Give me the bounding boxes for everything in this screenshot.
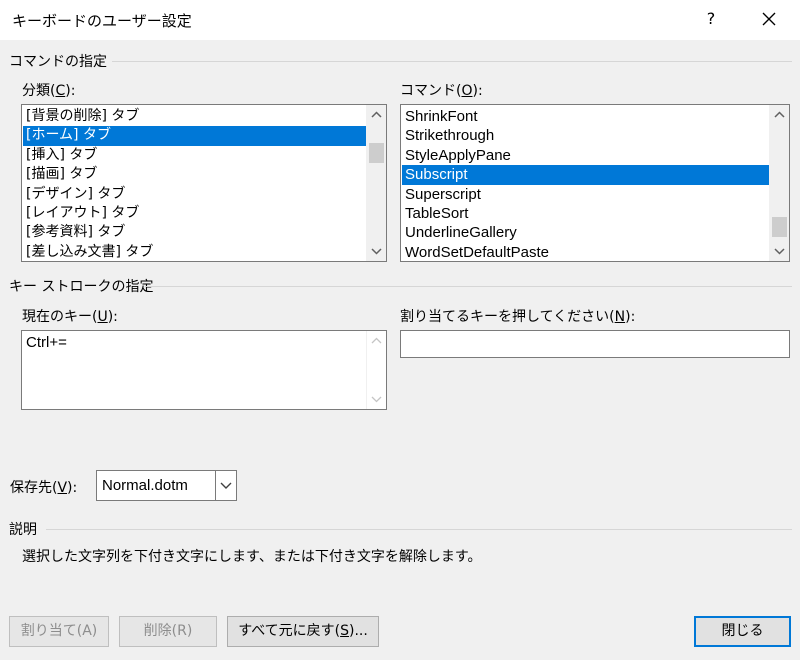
list-item[interactable]: [描画] タブ — [23, 165, 366, 184]
scroll-up-icon — [371, 337, 382, 344]
list-item[interactable]: TableSort — [402, 204, 769, 223]
new-key-input[interactable] — [400, 330, 790, 358]
new-key-label: 割り当てるキーを押してください(N): — [400, 309, 636, 325]
window-title: キーボードのユーザー設定 — [12, 12, 192, 30]
list-item[interactable]: [参考資料] タブ — [23, 223, 366, 242]
help-button[interactable]: ? — [697, 4, 725, 34]
list-item[interactable]: Strikethrough — [402, 126, 769, 145]
list-item[interactable]: WordSetDefaultPaste — [402, 243, 769, 261]
list-item[interactable]: StyleApplyPane — [402, 146, 769, 165]
section-divider — [112, 61, 792, 62]
description-text: 選択した文字列を下付き文字にします、または下付き文字を解除します。 — [22, 549, 482, 565]
commands-scrollbar[interactable] — [769, 105, 789, 261]
scroll-down-icon[interactable] — [367, 242, 386, 260]
categories-label: 分類(C): — [22, 83, 76, 99]
current-keys-scrollbar — [366, 331, 386, 409]
scroll-up-icon[interactable] — [367, 106, 386, 124]
scrollbar-thumb[interactable] — [772, 217, 787, 237]
list-item[interactable]: [差し込み文書] タブ — [23, 243, 366, 261]
section-title-commands: コマンドの指定 — [9, 54, 107, 70]
dropdown-toggle[interactable] — [215, 471, 236, 500]
list-item[interactable]: UnderlineGallery — [402, 223, 769, 242]
scroll-down-icon — [371, 396, 382, 403]
list-item[interactable]: [デザイン] タブ — [23, 185, 366, 204]
scroll-down-icon[interactable] — [770, 242, 789, 260]
commands-label: コマンド(O): — [400, 83, 483, 99]
section-divider — [145, 286, 792, 287]
section-title-description: 説明 — [9, 522, 37, 538]
remove-button[interactable]: 削除(R) — [119, 616, 217, 647]
save-in-label: 保存先(V): — [10, 480, 78, 496]
section-title-keystroke: キー ストロークの指定 — [9, 279, 154, 295]
section-divider — [46, 529, 792, 530]
reset-all-button[interactable]: すべて元に戻す(S)... — [227, 616, 379, 647]
close-icon — [762, 12, 776, 26]
list-item[interactable]: [背景の削除] タブ — [23, 107, 366, 126]
commands-listbox[interactable]: ShrinkFont Strikethrough StyleApplyPane Sub… — [400, 104, 790, 262]
scrollbar-thumb[interactable] — [369, 143, 384, 163]
close-button[interactable]: 閉じる — [694, 616, 791, 647]
list-item[interactable]: Subscript — [402, 165, 769, 185]
assign-button[interactable]: 割り当て(A) — [9, 616, 109, 647]
save-in-dropdown[interactable]: Normal.dotm — [96, 470, 237, 501]
list-item[interactable]: Ctrl+= — [23, 333, 366, 352]
list-item[interactable]: ShrinkFont — [402, 107, 769, 126]
list-item[interactable]: [レイアウト] タブ — [23, 204, 366, 223]
chevron-down-icon — [220, 482, 232, 489]
current-keys-label: 現在のキー(U): — [22, 309, 118, 325]
categories-scrollbar[interactable] — [366, 105, 386, 261]
close-window-button[interactable] — [752, 4, 786, 34]
list-item[interactable]: [挿入] タブ — [23, 146, 366, 165]
save-in-value: Normal.dotm — [102, 477, 188, 494]
list-item[interactable]: [ホーム] タブ — [23, 126, 366, 146]
categories-listbox[interactable]: [背景の削除] タブ [ホーム] タブ [挿入] タブ [描画] タブ [デザイン] タ… — [21, 104, 387, 262]
scroll-up-icon[interactable] — [770, 106, 789, 124]
current-keys-listbox[interactable]: Ctrl+= — [21, 330, 387, 410]
list-item[interactable]: Superscript — [402, 185, 769, 204]
